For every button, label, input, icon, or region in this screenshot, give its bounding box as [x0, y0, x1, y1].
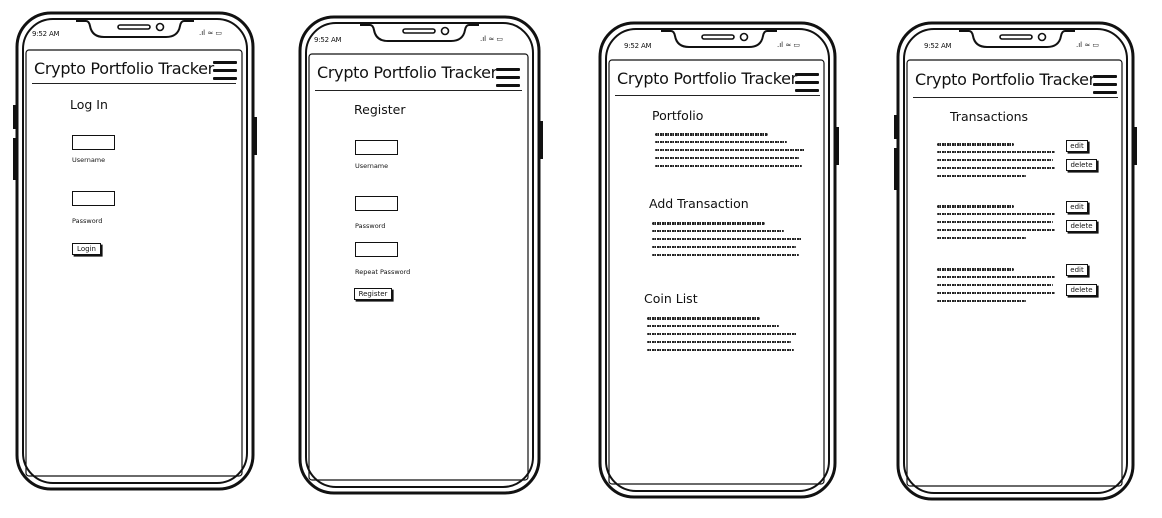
section-heading: Coin List: [644, 291, 698, 306]
repeat-password-input[interactable]: [355, 242, 398, 257]
status-time: 9:52 AM: [924, 42, 952, 50]
phone-transactions-screen: 9:52 AM .ıl ≈ ▭ Crypto Portfolio Tracker…: [894, 20, 1140, 502]
password-input[interactable]: [355, 196, 398, 211]
section-heading: Portfolio: [652, 108, 704, 123]
delete-button[interactable]: delete: [1066, 159, 1097, 171]
add-transaction-placeholder-text: [652, 222, 802, 267]
app-title: Crypto Portfolio Tracker: [617, 69, 797, 88]
phone-register-screen: 9:52 AM .ıl ≈ ▭ Crypto Portfolio Tracker…: [297, 14, 543, 496]
delete-button[interactable]: delete: [1066, 284, 1097, 296]
status-icons: .ıl ≈ ▭: [777, 41, 801, 49]
portfolio-placeholder-text: [655, 133, 805, 178]
delete-button[interactable]: delete: [1066, 220, 1097, 232]
repeat-password-label: Repeat Password: [355, 268, 411, 276]
password-input[interactable]: [72, 191, 115, 206]
phone-portfolio-screen: 9:52 AM .ıl ≈ ▭ Crypto Portfolio Tracker…: [597, 20, 842, 500]
login-button[interactable]: Login: [72, 243, 101, 255]
transaction-placeholder-text: [937, 268, 1055, 310]
transaction-placeholder-text: [937, 143, 1055, 185]
username-input[interactable]: [72, 135, 115, 150]
phone-login-screen: 9:52 AM .ıl ≈ ▭ Crypto Portfolio Tracker…: [13, 10, 257, 492]
status-icons: .ıl ≈ ▭: [480, 35, 504, 43]
edit-button[interactable]: edit: [1066, 140, 1088, 152]
status-time: 9:52 AM: [624, 42, 652, 50]
header-divider: [315, 90, 522, 91]
username-input[interactable]: [355, 140, 398, 155]
register-button[interactable]: Register: [354, 288, 392, 300]
edit-button[interactable]: edit: [1066, 201, 1088, 213]
hamburger-menu-icon[interactable]: [1093, 75, 1117, 95]
page-title: Transactions: [950, 109, 1029, 124]
coin-list-placeholder-text: [647, 317, 797, 362]
hamburger-menu-icon[interactable]: [213, 61, 237, 81]
header-divider: [32, 83, 236, 84]
status-icons: .ıl ≈ ▭: [199, 29, 223, 37]
header-divider: [913, 97, 1118, 98]
page-title: Log In: [70, 97, 108, 112]
status-time: 9:52 AM: [314, 36, 342, 44]
password-label: Password: [355, 222, 386, 230]
edit-button[interactable]: edit: [1066, 264, 1088, 276]
header-divider: [615, 95, 820, 96]
username-label: Username: [72, 156, 106, 164]
section-heading: Add Transaction: [649, 196, 749, 211]
app-title: Crypto Portfolio Tracker: [317, 63, 497, 82]
app-title: Crypto Portfolio Tracker: [915, 70, 1095, 89]
hamburger-menu-icon[interactable]: [795, 73, 819, 93]
hamburger-menu-icon[interactable]: [496, 68, 520, 88]
password-label: Password: [72, 217, 103, 225]
app-title: Crypto Portfolio Tracker: [34, 59, 214, 78]
page-title: Register: [354, 102, 406, 117]
username-label: Username: [355, 162, 389, 170]
transaction-placeholder-text: [937, 205, 1055, 247]
status-icons: .ıl ≈ ▭: [1076, 41, 1100, 49]
status-time: 9:52 AM: [32, 30, 60, 38]
